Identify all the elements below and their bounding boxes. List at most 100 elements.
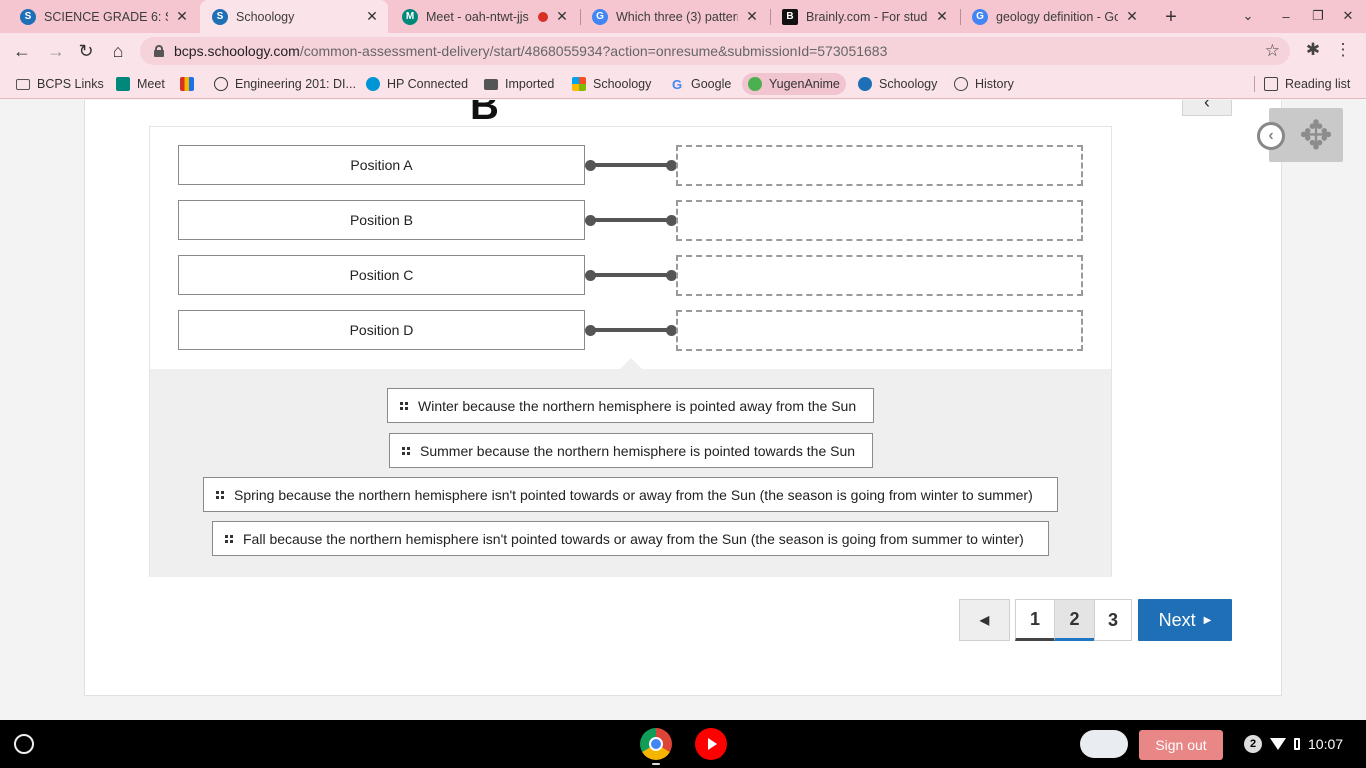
tab-title: Brainly.com - For stude	[806, 9, 928, 24]
drop-zone-d[interactable]	[676, 310, 1083, 351]
bookmark-hp-connected[interactable]: HP Connected	[360, 73, 474, 95]
page-2-button[interactable]: 2	[1054, 599, 1095, 641]
choice-fall[interactable]: Fall because the northern hemisphere isn…	[212, 521, 1049, 556]
minimize-icon[interactable]: –	[1276, 6, 1296, 26]
question-image-fragment: B	[470, 100, 499, 128]
bookmark-label: History	[975, 77, 1014, 91]
choice-summer[interactable]: Summer because the northern hemisphere i…	[389, 433, 873, 468]
drop-zone-c[interactable]	[676, 255, 1083, 296]
drag-handle-icon[interactable]	[402, 446, 410, 455]
reload-icon[interactable]: ↻	[74, 39, 98, 63]
match-row: Position C	[178, 255, 1084, 296]
bookmark-google[interactable]: G Google	[664, 73, 737, 95]
restore-icon[interactable]: ❐	[1308, 6, 1328, 26]
drop-zone-a[interactable]	[676, 145, 1083, 186]
hp-icon	[366, 77, 380, 91]
page-3-button[interactable]: 3	[1094, 599, 1132, 641]
browser-toolbar: ← → ↻ ⌂ bcps.schoology.com/common-assess…	[0, 33, 1366, 69]
bookmark-history[interactable]: History	[948, 73, 1020, 95]
match-row: Position D	[178, 310, 1084, 351]
tab-title: SCIENCE GRADE 6: Sec	[44, 9, 168, 24]
folder-icon	[16, 78, 30, 90]
drag-handle-icon[interactable]	[225, 534, 233, 543]
move-icon[interactable]: ✥	[1294, 114, 1338, 158]
home-icon[interactable]: ⌂	[106, 39, 130, 63]
bookmark-label: Imported	[505, 77, 555, 91]
close-icon[interactable]: ✕	[174, 8, 190, 25]
close-icon[interactable]: ✕	[744, 8, 760, 25]
tab-search-icon[interactable]: ⌄	[1238, 6, 1258, 26]
close-window-icon[interactable]: ✕	[1338, 6, 1358, 26]
schoology-icon	[858, 77, 872, 91]
next-button[interactable]: Next ▶	[1138, 599, 1232, 641]
previous-page-button[interactable]: ◀	[959, 599, 1010, 641]
schoology-icon: S	[212, 8, 228, 25]
matching-question: Position A Position B Position C Positio…	[149, 126, 1112, 577]
page-content: B Position A Position B Position C Posit…	[0, 100, 1366, 720]
tab-strip: S SCIENCE GRADE 6: Sec ✕ S Schoology ✕ M…	[0, 0, 1366, 33]
collapse-panel-button[interactable]: ‹	[1182, 100, 1232, 116]
new-tab-icon[interactable]: +	[1160, 6, 1182, 28]
close-icon[interactable]: ✕	[554, 8, 570, 25]
bookmark-bcps-links[interactable]: BCPS Links	[10, 73, 110, 95]
close-icon[interactable]: ✕	[1124, 8, 1140, 25]
bookmark-label: YugenAnime	[769, 77, 840, 91]
bookmark-label: Schoology	[879, 77, 938, 91]
launcher-icon[interactable]	[14, 734, 34, 754]
youtube-icon[interactable]	[695, 728, 727, 760]
prompt-position-d: Position D	[178, 310, 585, 350]
avatar[interactable]	[1080, 730, 1128, 758]
chrome-icon[interactable]	[640, 728, 672, 760]
close-icon[interactable]: ✕	[364, 8, 380, 25]
os-shelf: Sign out 2 10:07	[0, 720, 1366, 768]
reading-list-icon	[1264, 77, 1278, 91]
meet-icon: M	[402, 8, 418, 25]
status-tray[interactable]: 2 10:07	[1236, 730, 1360, 758]
clock: 10:07	[1308, 736, 1344, 752]
connector	[585, 325, 677, 336]
tab-meet[interactable]: M Meet - oah-ntwt-jjs ✕	[390, 0, 578, 33]
drag-handle-icon[interactable]	[216, 490, 224, 499]
tab-brainly[interactable]: B Brainly.com - For stude ✕	[770, 0, 958, 33]
bookmark-schoology-ms[interactable]: Schoology	[566, 73, 657, 95]
bookmark-label: BCPS Links	[37, 77, 104, 91]
sign-out-button[interactable]: Sign out	[1139, 730, 1223, 760]
google-icon: G	[671, 76, 683, 92]
reading-list-button[interactable]: Reading list	[1258, 73, 1356, 95]
prompt-position-a: Position A	[178, 145, 585, 185]
tab-which-three-patterns[interactable]: G Which three (3) pattern ✕	[580, 0, 768, 33]
forward-icon[interactable]: →	[44, 39, 68, 63]
lock-icon[interactable]	[154, 45, 164, 57]
drag-handle-icon[interactable]	[400, 401, 408, 410]
back-arrow-icon[interactable]: ‹	[1257, 122, 1285, 150]
bookmark-colored[interactable]	[174, 73, 207, 95]
close-icon[interactable]: ✕	[934, 8, 950, 25]
tab-schoology[interactable]: S Schoology ✕	[200, 0, 388, 33]
page-1-button[interactable]: 1	[1015, 599, 1055, 641]
choice-winter[interactable]: Winter because the northern hemisphere i…	[387, 388, 874, 423]
recording-icon	[538, 11, 548, 22]
bookmark-imported[interactable]: Imported	[478, 73, 560, 95]
microsoft-icon	[572, 77, 586, 91]
back-icon[interactable]: ←	[10, 39, 34, 63]
choice-spring[interactable]: Spring because the northern hemisphere i…	[203, 477, 1058, 512]
bookmark-engineering-201[interactable]: Engineering 201: DI...	[208, 73, 362, 95]
choice-label: Spring because the northern hemisphere i…	[234, 486, 1033, 503]
tab-geology-definition[interactable]: G geology definition - Goo ✕	[960, 0, 1148, 33]
bookmark-star-icon[interactable]: ☆	[1265, 41, 1280, 61]
match-row: Position A	[178, 145, 1084, 186]
tab-science-grade-6[interactable]: S SCIENCE GRADE 6: Sec ✕	[8, 0, 198, 33]
menu-icon[interactable]: ⋮	[1335, 39, 1352, 61]
bookmark-label: Google	[691, 77, 732, 91]
extensions-icon[interactable]: ✱	[1303, 39, 1323, 61]
drop-zone-b[interactable]	[676, 200, 1083, 241]
connector	[585, 215, 677, 226]
prompt-position-c: Position C	[178, 255, 585, 295]
address-bar[interactable]: bcps.schoology.com/common-assessment-del…	[140, 37, 1290, 65]
bookmark-schoology[interactable]: Schoology	[852, 73, 943, 95]
bookmark-yugenanime[interactable]: YugenAnime	[742, 73, 846, 95]
bookmark-meet[interactable]: Meet	[110, 73, 171, 95]
bookmark-label: Schoology	[593, 77, 652, 91]
bookmarks-bar: BCPS Links Meet Engineering 201: DI... H…	[0, 69, 1366, 99]
bookmarks-divider	[1254, 76, 1255, 92]
